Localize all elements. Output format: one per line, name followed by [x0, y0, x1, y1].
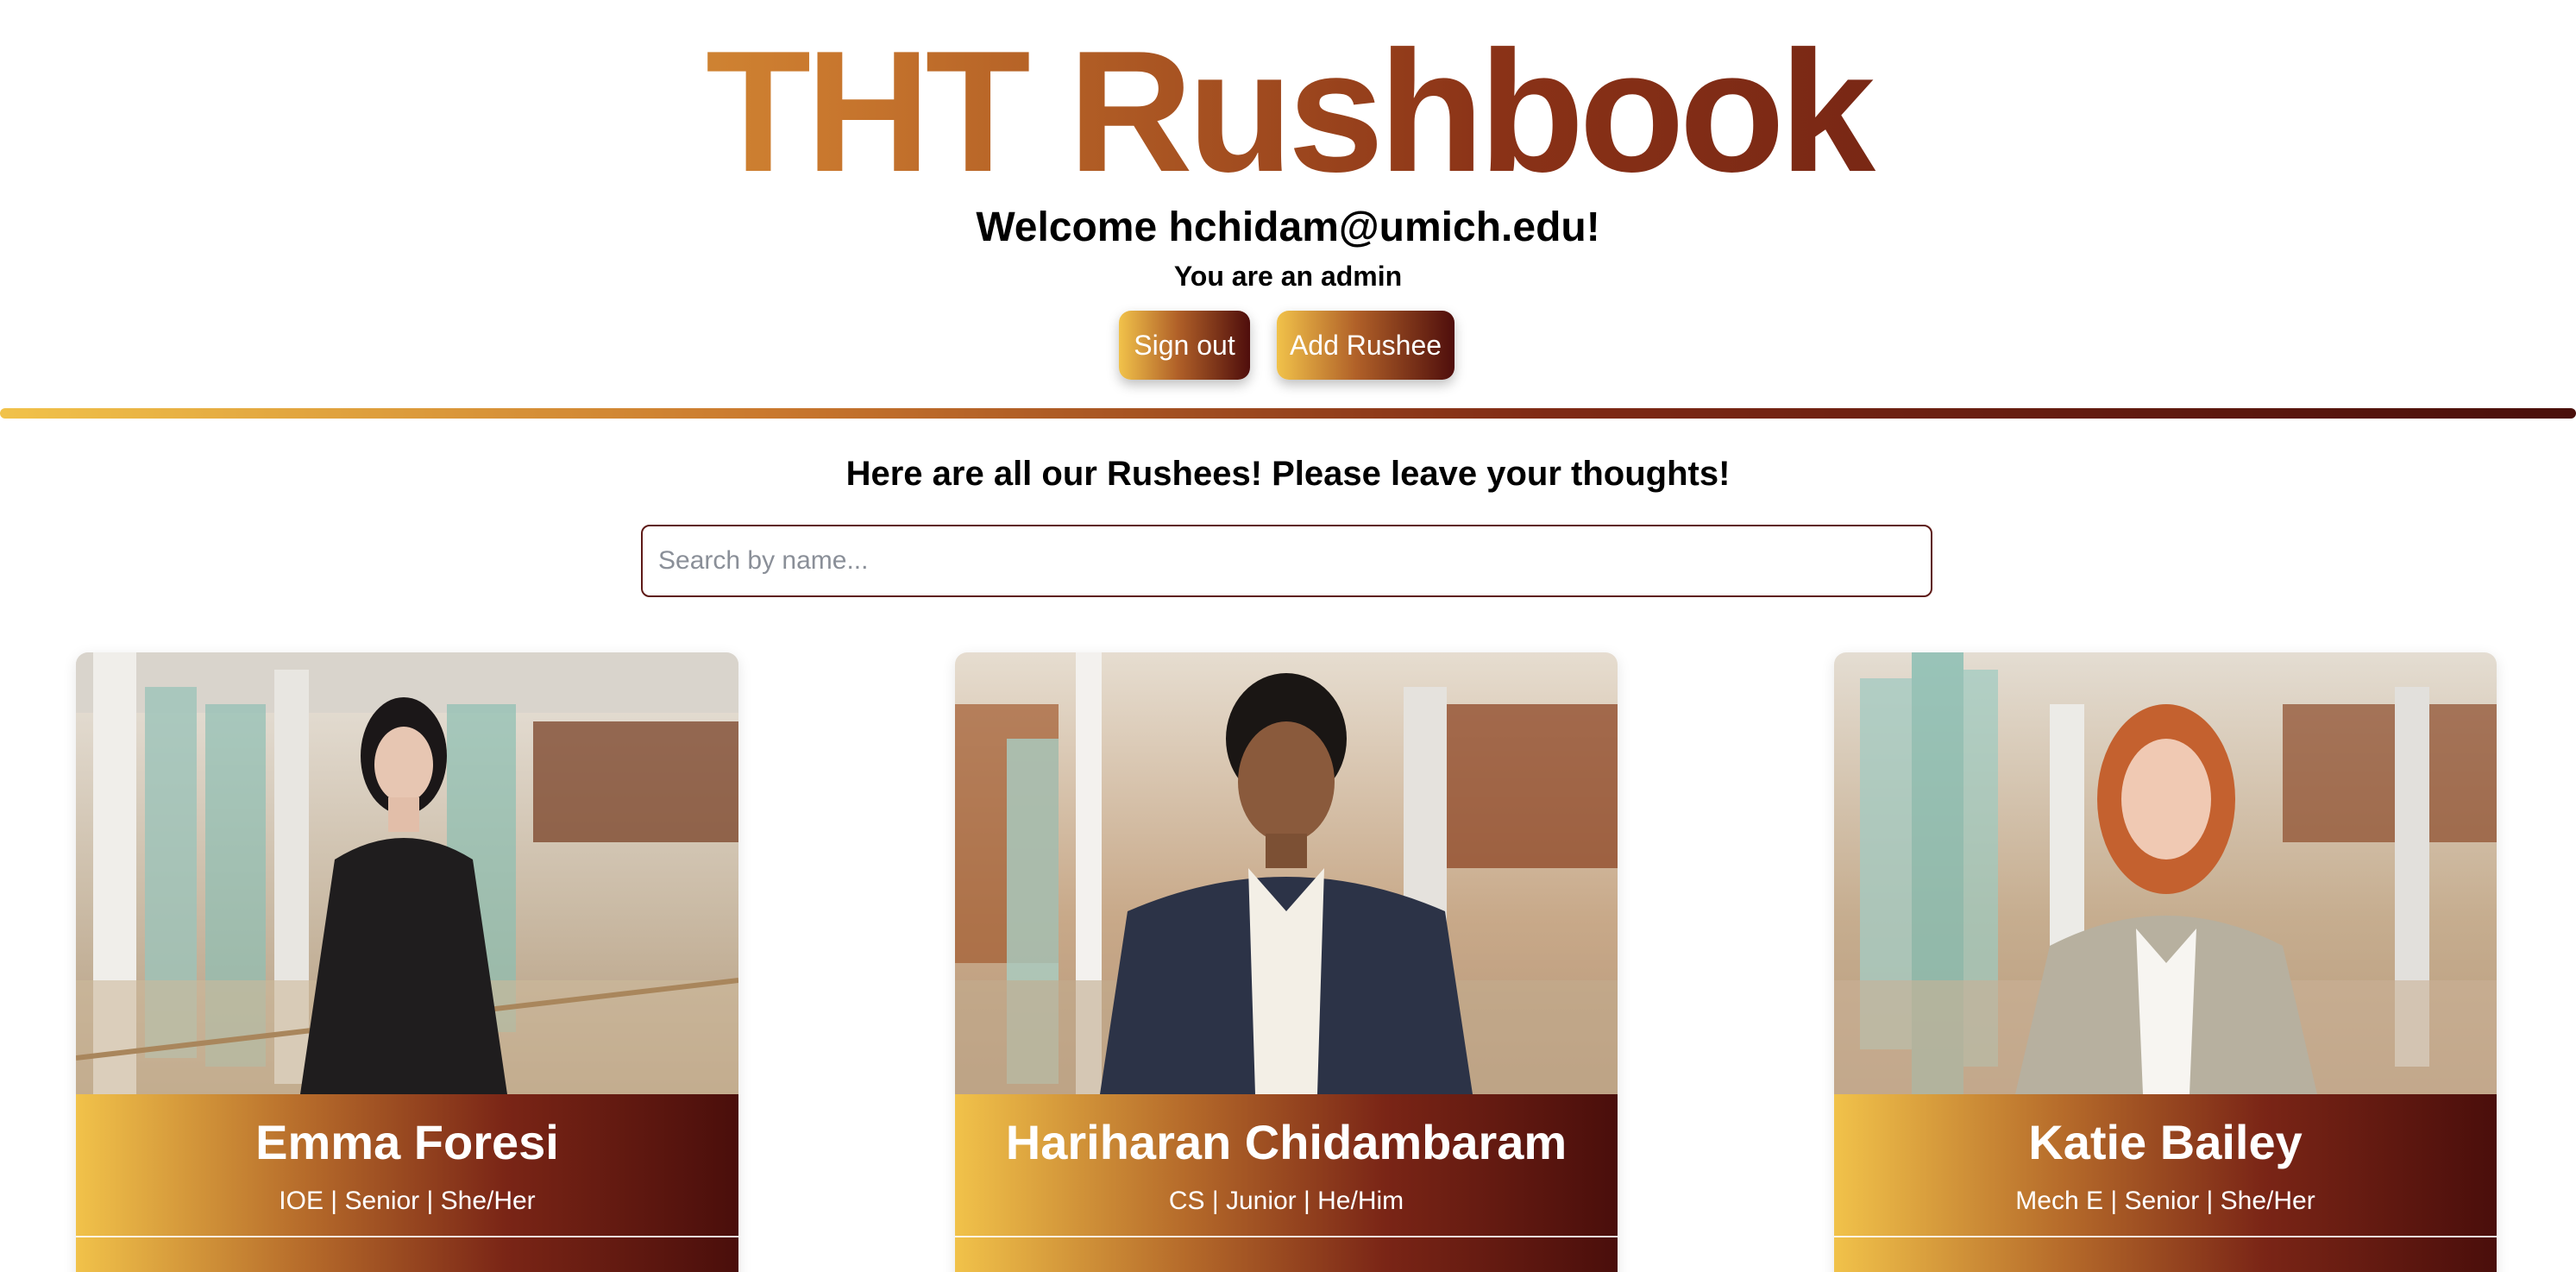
app-title: THT Rushbook — [0, 17, 2576, 207]
card-divider — [1834, 1236, 2497, 1237]
welcome-message: Welcome hchidam@umich.edu! — [976, 205, 1600, 250]
card-divider — [76, 1236, 738, 1237]
sign-out-button[interactable]: Sign out — [1119, 311, 1250, 380]
rushee-card[interactable]: Emma Foresi IOE | Senior | She/Her — [76, 652, 738, 1272]
rushee-info: Hariharan Chidambaram CS | Junior | He/H… — [955, 1094, 1618, 1272]
add-rushee-button[interactable]: Add Rushee — [1277, 311, 1454, 380]
rushee-name: Katie Bailey — [2028, 1115, 2303, 1169]
rushee-photo — [955, 652, 1618, 1094]
rushee-details: IOE | Senior | She/Her — [279, 1187, 536, 1215]
header-divider — [0, 408, 2576, 419]
rushee-card[interactable]: Hariharan Chidambaram CS | Junior | He/H… — [955, 652, 1618, 1272]
rushee-photo — [1834, 652, 2497, 1094]
rushee-photo — [76, 652, 738, 1094]
rushees-heading: Here are all our Rushees! Please leave y… — [845, 455, 1731, 493]
rushee-info: Emma Foresi IOE | Senior | She/Her — [76, 1094, 738, 1272]
app-title-part-2: Rushbook — [1068, 16, 1871, 208]
card-divider — [955, 1236, 1618, 1237]
rushee-info: Katie Bailey Mech E | Senior | She/Her — [1834, 1094, 2497, 1272]
rushee-name: Emma Foresi — [255, 1115, 559, 1169]
rushee-details: CS | Junior | He/Him — [1168, 1187, 1404, 1215]
page: THT Rushbook Welcome hchidam@umich.edu! … — [0, 0, 2576, 1272]
search-input[interactable] — [641, 525, 1932, 597]
rushee-details: Mech E | Senior | She/Her — [2015, 1187, 2315, 1215]
app-title-part-1: THT — [705, 16, 1026, 208]
rushee-name: Hariharan Chidambaram — [1005, 1115, 1568, 1169]
rushee-card[interactable]: Katie Bailey Mech E | Senior | She/Her — [1834, 652, 2497, 1272]
role-label: You are an admin — [1173, 261, 1403, 292]
